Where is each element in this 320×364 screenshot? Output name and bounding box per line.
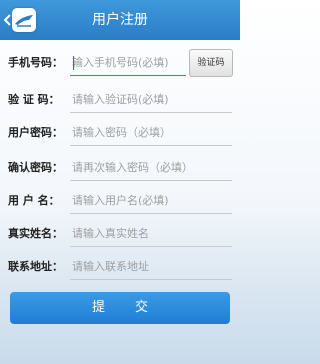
phone-label: 手机号码：: [8, 56, 63, 69]
username-label: 用 户 名：: [8, 194, 60, 207]
phone-input[interactable]: 输入手机号码(必填): [70, 50, 186, 76]
confirm-password-label: 确认密码：: [8, 161, 63, 174]
password-input[interactable]: 请输入密码（必填）: [70, 120, 232, 146]
username-row: 用 户 名： 请输入用户名(必填): [0, 188, 240, 214]
password-row: 用户密码： 请输入密码（必填）: [0, 120, 240, 146]
password-label: 用户密码：: [8, 126, 63, 139]
real-name-label: 真实姓名：: [8, 227, 63, 240]
verification-code-input[interactable]: 请输入验证码(必填): [70, 87, 232, 113]
address-label: 联系地址：: [8, 260, 63, 273]
username-input[interactable]: 请输入用户名(必填): [70, 188, 232, 214]
address-row: 联系地址： 请输入联系地址: [0, 254, 240, 280]
confirm-password-input[interactable]: 请再次输入密码（必填）: [70, 155, 232, 181]
address-input[interactable]: 请输入联系地址: [70, 254, 232, 280]
submit-button[interactable]: 提交: [10, 292, 230, 324]
verification-row: 验 证 码： 请输入验证码(必填): [0, 87, 240, 113]
real-name-row: 真实姓名： 请输入真实姓名: [0, 221, 240, 247]
title-bar: 用户注册: [0, 0, 240, 40]
verification-label: 验 证 码：: [8, 93, 60, 106]
get-verification-code-button[interactable]: 验证码: [189, 49, 233, 77]
real-name-input[interactable]: 请输入真实姓名: [70, 221, 232, 247]
text-caret: [73, 56, 74, 70]
phone-row: 手机号码： 输入手机号码(必填) 验证码: [0, 49, 240, 77]
confirm-password-row: 确认密码： 请再次输入密码（必填）: [0, 155, 240, 181]
page-title: 用户注册: [92, 12, 148, 28]
